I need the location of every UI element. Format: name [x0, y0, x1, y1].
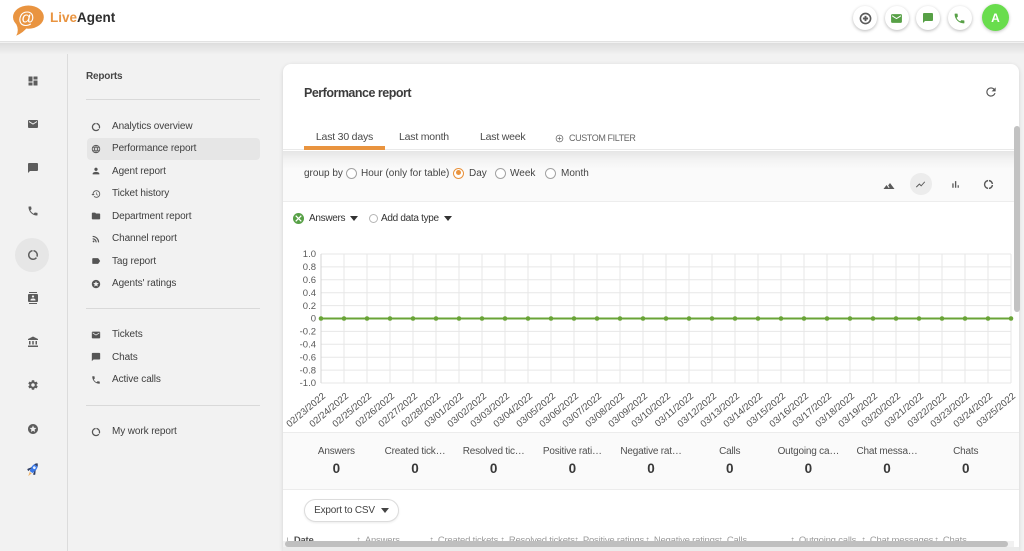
svg-text:1.0: 1.0 [303, 249, 316, 260]
svg-text:@: @ [18, 9, 35, 27]
svg-text:0.4: 0.4 [303, 288, 316, 299]
svg-text:0.6: 0.6 [303, 275, 316, 286]
svg-text:-0.4: -0.4 [300, 340, 316, 351]
svg-text:0.8: 0.8 [303, 262, 316, 273]
svg-text:0: 0 [311, 314, 316, 325]
svg-text:-1.0: -1.0 [300, 378, 316, 389]
svg-text:-0.6: -0.6 [300, 352, 316, 363]
svg-text:-0.8: -0.8 [300, 365, 316, 376]
svg-text:-0.2: -0.2 [300, 327, 316, 338]
svg-text:0.2: 0.2 [303, 301, 316, 312]
